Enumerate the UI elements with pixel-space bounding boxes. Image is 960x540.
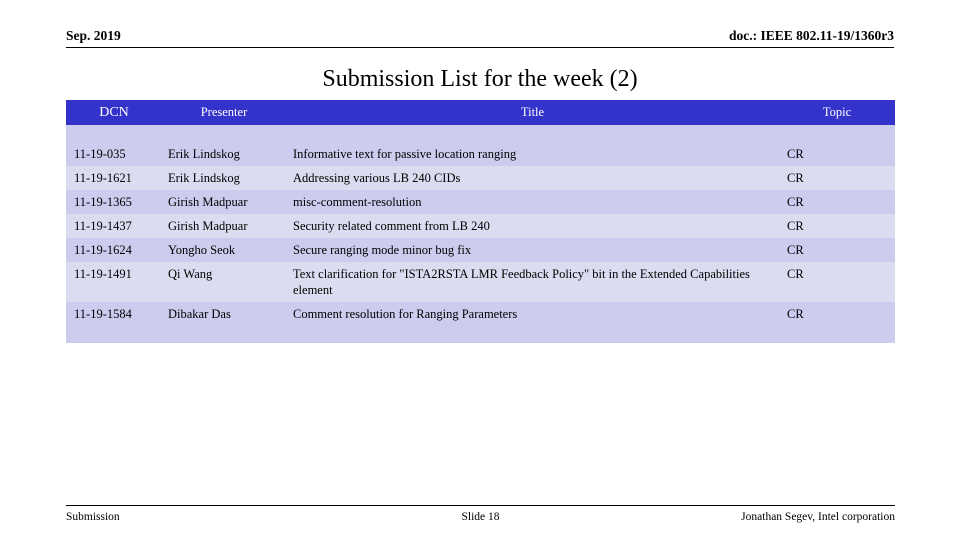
cell-presenter: Erik Lindskog: [162, 142, 286, 166]
column-header-title: Title: [286, 100, 779, 125]
slide-header: Sep. 2019 doc.: IEEE 802.11-19/1360r3: [66, 28, 894, 50]
spacer-cell: [286, 125, 779, 142]
cell-presenter: Yongho Seok: [162, 238, 286, 262]
cell-dcn: 11-19-1491: [66, 262, 162, 302]
table-row: 11-19-1437 Girish Madpuar Security relat…: [66, 214, 895, 238]
cell-title: Comment resolution for Ranging Parameter…: [286, 302, 779, 326]
cell-topic: CR: [779, 238, 895, 262]
cell-dcn: 11-19-1621: [66, 166, 162, 190]
table-header: DCN Presenter Title Topic: [66, 100, 895, 125]
table-row: 11-19-1584 Dibakar Das Comment resolutio…: [66, 302, 895, 326]
table-row: 11-19-1624 Yongho Seok Secure ranging mo…: [66, 238, 895, 262]
cell-title: Secure ranging mode minor bug fix: [286, 238, 779, 262]
spacer-cell: [162, 125, 286, 142]
cell-title: Text clarification for "ISTA2RSTA LMR Fe…: [286, 262, 779, 302]
cell-topic: CR: [779, 214, 895, 238]
cell-presenter: Dibakar Das: [162, 302, 286, 326]
cell-title: misc-comment-resolution: [286, 190, 779, 214]
cell-topic: CR: [779, 142, 895, 166]
slide-footer: Slide 18 Submission Jonathan Segev, Inte…: [66, 505, 895, 527]
table-body: 11-19-035 Erik Lindskog Informative text…: [66, 125, 895, 343]
cell-presenter: Erik Lindskog: [162, 166, 286, 190]
table-row: 11-19-035 Erik Lindskog Informative text…: [66, 142, 895, 166]
cell-dcn: 11-19-1584: [66, 302, 162, 326]
cell-title: Informative text for passive location ra…: [286, 142, 779, 166]
footer-submission-label: Submission: [66, 511, 120, 523]
page-title: Submission List for the week (2): [322, 66, 638, 92]
cell-dcn: 11-19-035: [66, 142, 162, 166]
table-row: 11-19-1365 Girish Madpuar misc-comment-r…: [66, 190, 895, 214]
submission-list-table-wrap: DCN Presenter Title Topic 11-19-035 Erik…: [66, 100, 895, 343]
cell-dcn: 11-19-1437: [66, 214, 162, 238]
slide: Sep. 2019 doc.: IEEE 802.11-19/1360r3 Su…: [0, 0, 960, 540]
spacer-cell: [779, 125, 895, 142]
cell-presenter: Qi Wang: [162, 262, 286, 302]
cell-topic: CR: [779, 262, 895, 302]
cell-title: Addressing various LB 240 CIDs: [286, 166, 779, 190]
spacer-cell: [162, 326, 286, 343]
cell-topic: CR: [779, 190, 895, 214]
table-spacer-row-top: [66, 125, 895, 142]
cell-presenter: Girish Madpuar: [162, 190, 286, 214]
cell-presenter: Girish Madpuar: [162, 214, 286, 238]
cell-dcn: 11-19-1365: [66, 190, 162, 214]
spacer-cell: [286, 326, 779, 343]
footer-author: Jonathan Segev, Intel corporation: [741, 511, 895, 523]
column-header-presenter: Presenter: [162, 100, 286, 125]
cell-dcn: 11-19-1624: [66, 238, 162, 262]
cell-topic: CR: [779, 166, 895, 190]
header-date: Sep. 2019: [66, 28, 121, 43]
column-header-topic: Topic: [779, 100, 895, 125]
header-divider: [66, 47, 894, 48]
header-doc-id: doc.: IEEE 802.11-19/1360r3: [728, 28, 894, 43]
table-header-row: DCN Presenter Title Topic: [66, 100, 895, 125]
spacer-cell: [66, 125, 162, 142]
cell-title: Security related comment from LB 240: [286, 214, 779, 238]
table-row: 11-19-1491 Qi Wang Text clarification fo…: [66, 262, 895, 302]
spacer-cell: [779, 326, 895, 343]
submission-list-table: DCN Presenter Title Topic 11-19-035 Erik…: [66, 100, 895, 343]
table-row: 11-19-1621 Erik Lindskog Addressing vari…: [66, 166, 895, 190]
footer-divider: [66, 505, 895, 506]
column-header-dcn: DCN: [66, 100, 162, 125]
cell-topic: CR: [779, 302, 895, 326]
spacer-cell: [66, 326, 162, 343]
table-spacer-row-bottom: [66, 326, 895, 343]
